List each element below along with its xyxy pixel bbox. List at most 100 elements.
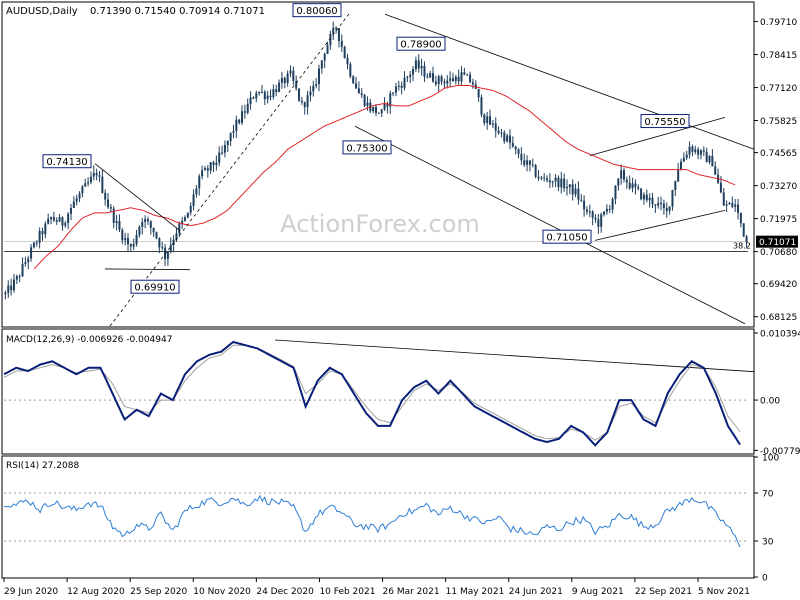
candle-body xyxy=(631,183,634,189)
candle-body xyxy=(714,166,717,175)
candle-body xyxy=(657,203,660,206)
candle-body xyxy=(317,68,320,85)
candle-body xyxy=(109,207,112,209)
candle-body xyxy=(694,149,697,152)
candle-body xyxy=(625,179,628,183)
candle-body xyxy=(554,177,557,182)
candle-body xyxy=(252,97,255,99)
candle-body xyxy=(699,150,702,155)
candle-body xyxy=(739,212,742,224)
candle-body xyxy=(249,97,252,104)
chart-background xyxy=(0,0,800,600)
time-tick-label: 9 Aug 2021 xyxy=(572,587,624,597)
candle-body xyxy=(64,223,67,226)
candle-body xyxy=(212,162,215,166)
candle-body xyxy=(50,217,53,219)
candle-body xyxy=(138,226,141,236)
price-label: 0.71050 xyxy=(546,233,587,244)
candle-body xyxy=(528,160,531,165)
price-tick-label: 0.70680 xyxy=(760,248,797,258)
candle-body xyxy=(101,176,104,193)
macd-tick-label: 0.00 xyxy=(760,397,780,407)
candle-body xyxy=(349,64,352,77)
candle-body xyxy=(403,77,406,88)
candle-body xyxy=(326,45,329,54)
candle-body xyxy=(246,103,249,113)
candle-body xyxy=(355,83,358,89)
candle-body xyxy=(440,76,443,82)
price-tick-label: 0.68125 xyxy=(760,313,797,323)
candle-body xyxy=(392,92,395,94)
price-label: 0.78900 xyxy=(400,40,441,51)
candle-body xyxy=(563,178,566,189)
price-label: 0.80060 xyxy=(296,6,337,17)
candle-body xyxy=(380,109,383,114)
rsi-tick-label: 30 xyxy=(762,538,774,548)
price-tick-label: 0.78415 xyxy=(760,51,797,61)
candle-body xyxy=(737,204,740,213)
candle-body xyxy=(734,204,737,207)
candle-body xyxy=(454,76,457,82)
candle-body xyxy=(178,223,181,234)
price-label: 0.75300 xyxy=(346,143,387,154)
candle-body xyxy=(292,70,295,82)
candle-body xyxy=(258,91,261,94)
candle-body xyxy=(260,91,263,93)
price-tick-label: 0.71975 xyxy=(760,215,797,225)
candle-body xyxy=(705,151,708,163)
candle-body xyxy=(543,177,546,179)
candle-body xyxy=(674,181,677,191)
candle-body xyxy=(61,217,64,226)
candle-body xyxy=(497,130,500,134)
candle-body xyxy=(645,194,648,201)
candle-body xyxy=(95,172,98,176)
candle-body xyxy=(89,176,92,183)
candle-body xyxy=(623,170,625,180)
price-tick-label: 0.77120 xyxy=(760,84,797,94)
candle-body xyxy=(466,74,469,76)
candle-body xyxy=(520,153,523,161)
candle-body xyxy=(372,106,375,112)
time-tick-label: 11 May 2021 xyxy=(446,587,505,597)
candle-body xyxy=(640,188,643,200)
candle-body xyxy=(255,93,258,99)
candle-body xyxy=(144,219,147,222)
candle-body xyxy=(69,208,72,214)
candle-body xyxy=(243,111,246,113)
fib-level-label: 38.2 xyxy=(733,242,751,251)
candle-body xyxy=(417,60,420,69)
candle-body xyxy=(184,217,187,221)
candle-body xyxy=(10,285,13,291)
candle-body xyxy=(155,232,158,239)
candle-body xyxy=(660,203,663,205)
rsi-tick-label: 0 xyxy=(762,574,768,584)
candle-body xyxy=(514,146,517,150)
candle-body xyxy=(4,292,7,295)
candle-body xyxy=(742,223,745,237)
candle-body xyxy=(406,76,409,78)
candle-body xyxy=(426,76,429,78)
candle-body xyxy=(141,221,144,227)
candle-body xyxy=(303,102,306,108)
candle-body xyxy=(523,160,526,165)
watermark: ActionForex.com xyxy=(280,210,480,238)
candle-body xyxy=(206,168,209,171)
price-label: 0.74130 xyxy=(46,157,87,168)
candle-body xyxy=(483,114,486,124)
candle-body xyxy=(104,192,107,200)
time-tick-label: 25 Sep 2020 xyxy=(130,587,187,597)
candle-body xyxy=(719,182,722,193)
candle-body xyxy=(434,81,437,85)
candle-body xyxy=(409,74,412,77)
candle-body xyxy=(312,85,315,92)
candle-body xyxy=(537,176,540,179)
candle-body xyxy=(688,146,691,155)
candle-body xyxy=(58,217,61,222)
time-tick-label: 12 Aug 2020 xyxy=(67,587,125,597)
candle-body xyxy=(480,97,483,115)
candle-body xyxy=(583,200,586,210)
candle-body xyxy=(665,208,668,212)
time-tick-label: 26 Mar 2021 xyxy=(383,587,440,597)
candle-body xyxy=(309,91,312,96)
candle-body xyxy=(534,165,537,177)
